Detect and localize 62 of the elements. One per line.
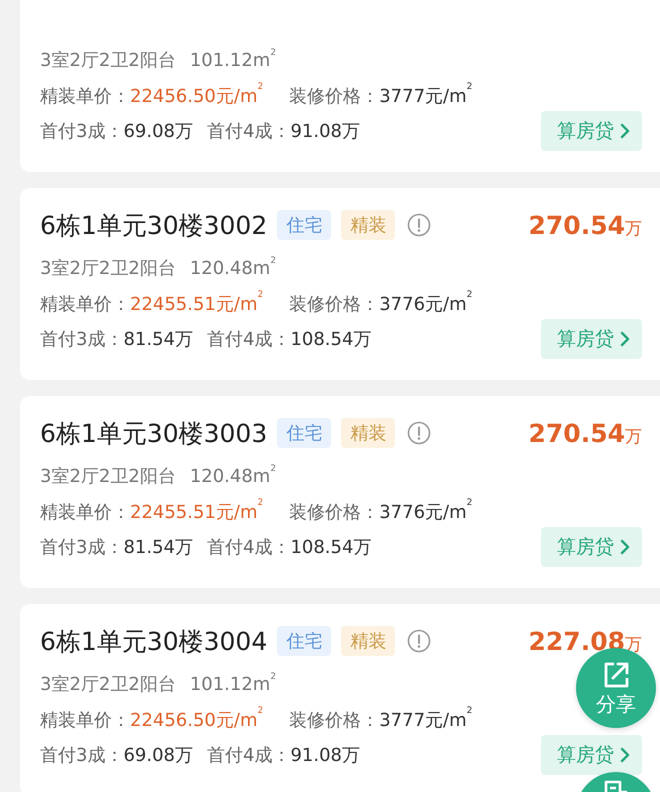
floor-area: 101.12m$^{2}$	[190, 674, 276, 694]
unit-price-label: 精装单价：	[40, 293, 130, 316]
down-payment-label: 首付4成：	[206, 328, 290, 351]
down-payment-label: 首付4成：	[206, 536, 290, 559]
mortgage-calculator-button[interactable]: 算房贷	[541, 527, 642, 567]
down-payment-value: 81.54万	[123, 536, 193, 559]
unit-price-label: 精装单价：	[40, 85, 130, 108]
unit-title: 6栋1单元30楼3003	[40, 418, 268, 450]
down-payment-label: 首付3成：	[40, 744, 124, 767]
down-payment-label: 首付3成：	[40, 536, 124, 559]
down-payment-label: 首付3成：	[40, 120, 124, 143]
tag: 精装	[341, 626, 396, 656]
mortgage-calculator-button[interactable]: 算房贷	[541, 111, 642, 151]
down-payment-value: 69.08万	[123, 744, 193, 767]
down-payment-value: 69.08万	[123, 120, 193, 143]
down-payment-value: 91.08万	[290, 120, 360, 143]
chevron-icon	[620, 123, 630, 139]
decoration-price: 3776元/m$^{2}$	[379, 500, 472, 524]
chevron-icon	[620, 747, 630, 763]
down-payment-value: 81.54万	[123, 328, 193, 351]
info-icon[interactable]	[407, 421, 432, 445]
info-icon[interactable]	[407, 213, 432, 237]
unit-title: 6栋1单元30楼3002	[40, 210, 268, 242]
decoration-price-label: 装修价格：	[289, 501, 380, 524]
floor-area: 120.48m$^{2}$	[190, 258, 276, 278]
room-layout: 3室2厅2卫2阳台	[40, 49, 176, 72]
mortgage-calculator-button[interactable]: 算房贷	[541, 319, 642, 359]
down-payment-label: 首付3成：	[40, 328, 124, 351]
decoration-price-label: 装修价格：	[289, 709, 380, 732]
unit-price: 22455.51元/m$^{2}$	[130, 292, 264, 316]
total-price: 270.54万	[528, 210, 642, 240]
unit-price: 22455.51元/m$^{2}$	[130, 500, 264, 524]
decoration-price: 3776元/m$^{2}$	[379, 292, 472, 316]
room-layout: 3室2厅2卫2阳台	[40, 673, 176, 696]
decoration-price-label: 装修价格：	[289, 293, 380, 316]
decoration-price: 3777元/m$^{2}$	[379, 708, 472, 732]
down-payment-value: 91.08万	[290, 744, 360, 767]
tag: 住宅	[277, 210, 332, 240]
room-layout: 3室2厅2卫2阳台	[40, 257, 176, 280]
mortgage-calculator-button[interactable]: 算房贷	[541, 735, 642, 775]
unit-price: 22456.50元/m$^{2}$	[130, 708, 264, 732]
floor-area: 120.48m$^{2}$	[190, 466, 276, 486]
down-payment-label: 首付4成：	[206, 120, 290, 143]
tag: 精装	[341, 418, 396, 448]
total-price: 270.54万	[528, 418, 642, 448]
unit-price-label: 精装单价：	[40, 709, 130, 732]
tag: 住宅	[277, 418, 332, 448]
decoration-price: 3777元/m$^{2}$	[379, 84, 472, 108]
room-layout: 3室2厅2卫2阳台	[40, 465, 176, 488]
tag: 住宅	[277, 626, 332, 656]
unit-title: 6栋1单元30楼3004	[40, 626, 268, 658]
unit-price-label: 精装单价：	[40, 501, 130, 524]
unit-price: 22456.50元/m$^{2}$	[130, 84, 264, 108]
floor-area: 101.12m$^{2}$	[190, 50, 276, 70]
down-payment-label: 首付4成：	[206, 744, 290, 767]
info-icon[interactable]	[407, 629, 432, 653]
down-payment-value: 108.54万	[290, 536, 372, 559]
tag: 精装	[341, 210, 396, 240]
down-payment-value: 108.54万	[290, 328, 372, 351]
chevron-icon	[620, 331, 630, 347]
decoration-price-label: 装修价格：	[289, 85, 380, 108]
chevron-icon	[620, 539, 630, 555]
